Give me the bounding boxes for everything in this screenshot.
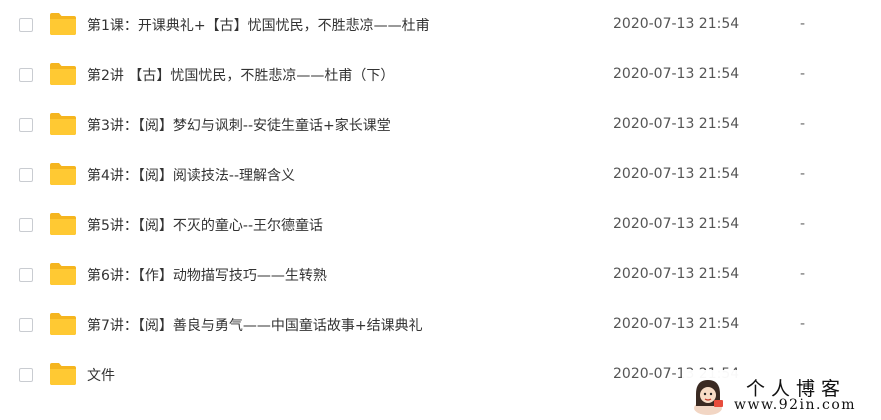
file-name-link[interactable]: 文件 (87, 365, 115, 385)
folder-icon (49, 112, 77, 136)
modified-date: 2020-07-13 21:54 (613, 166, 740, 182)
row-checkbox[interactable] (19, 368, 33, 382)
modified-date: 2020-07-13 21:54 (613, 266, 740, 282)
row-checkbox[interactable] (19, 18, 33, 32)
file-size: - (800, 216, 806, 232)
folder-icon (49, 62, 77, 86)
folder-icon (49, 262, 77, 286)
modified-date: 2020-07-13 21:54 (613, 316, 740, 332)
modified-date: 2020-07-13 21:54 (613, 66, 740, 82)
blog-watermark: 个人博客 www.92in.com (682, 370, 881, 418)
file-row[interactable]: 第1课：开课典礼+【古】忧国忧民，不胜悲凉——杜甫 2020-07-13 21:… (0, 0, 881, 50)
folder-icon (49, 162, 77, 186)
row-checkbox[interactable] (19, 268, 33, 282)
file-row[interactable]: 第4讲：【阅】阅读技法--理解含义 2020-07-13 21:54 - (0, 150, 881, 200)
file-size: - (800, 266, 806, 282)
file-size: - (800, 316, 806, 332)
file-size: - (800, 116, 806, 132)
cartoon-avatar-icon (686, 372, 730, 416)
file-size: - (800, 166, 806, 182)
modified-date: 2020-07-13 21:54 (613, 216, 740, 232)
file-name-link[interactable]: 第5讲：【阅】不灭的童心--王尔德童话 (87, 215, 323, 235)
folder-icon (49, 362, 77, 386)
watermark-url: www.92in.com (734, 397, 857, 413)
file-row[interactable]: 第3讲：【阅】梦幻与讽刺--安徒生童话+家长课堂 2020-07-13 21:5… (0, 100, 881, 150)
file-row[interactable]: 第2讲 【古】忧国忧民，不胜悲凉——杜甫（下） 2020-07-13 21:54… (0, 50, 881, 100)
row-checkbox[interactable] (19, 318, 33, 332)
file-row[interactable]: 第6讲：【作】动物描写技巧——生转熟 2020-07-13 21:54 - (0, 250, 881, 300)
file-size: - (800, 66, 806, 82)
file-row[interactable]: 第7讲：【阅】善良与勇气——中国童话故事+结课典礼 2020-07-13 21:… (0, 300, 881, 350)
file-name-link[interactable]: 第7讲：【阅】善良与勇气——中国童话故事+结课典礼 (87, 315, 423, 335)
folder-icon (49, 12, 77, 36)
row-checkbox[interactable] (19, 168, 33, 182)
modified-date: 2020-07-13 21:54 (613, 116, 740, 132)
file-size: - (800, 16, 806, 32)
file-row[interactable]: 第5讲：【阅】不灭的童心--王尔德童话 2020-07-13 21:54 - (0, 200, 881, 250)
modified-date: 2020-07-13 21:54 (613, 16, 740, 32)
file-name-link[interactable]: 第2讲 【古】忧国忧民，不胜悲凉——杜甫（下） (87, 65, 394, 85)
row-checkbox[interactable] (19, 218, 33, 232)
file-name-link[interactable]: 第1课：开课典礼+【古】忧国忧民，不胜悲凉——杜甫 (87, 15, 430, 35)
file-list: 第1课：开课典礼+【古】忧国忧民，不胜悲凉——杜甫 2020-07-13 21:… (0, 0, 881, 400)
file-name-link[interactable]: 第4讲：【阅】阅读技法--理解含义 (87, 165, 295, 185)
row-checkbox[interactable] (19, 68, 33, 82)
row-checkbox[interactable] (19, 118, 33, 132)
folder-icon (49, 212, 77, 236)
file-name-link[interactable]: 第3讲：【阅】梦幻与讽刺--安徒生童话+家长课堂 (87, 115, 391, 135)
folder-icon (49, 312, 77, 336)
file-name-link[interactable]: 第6讲：【作】动物描写技巧——生转熟 (87, 265, 327, 285)
